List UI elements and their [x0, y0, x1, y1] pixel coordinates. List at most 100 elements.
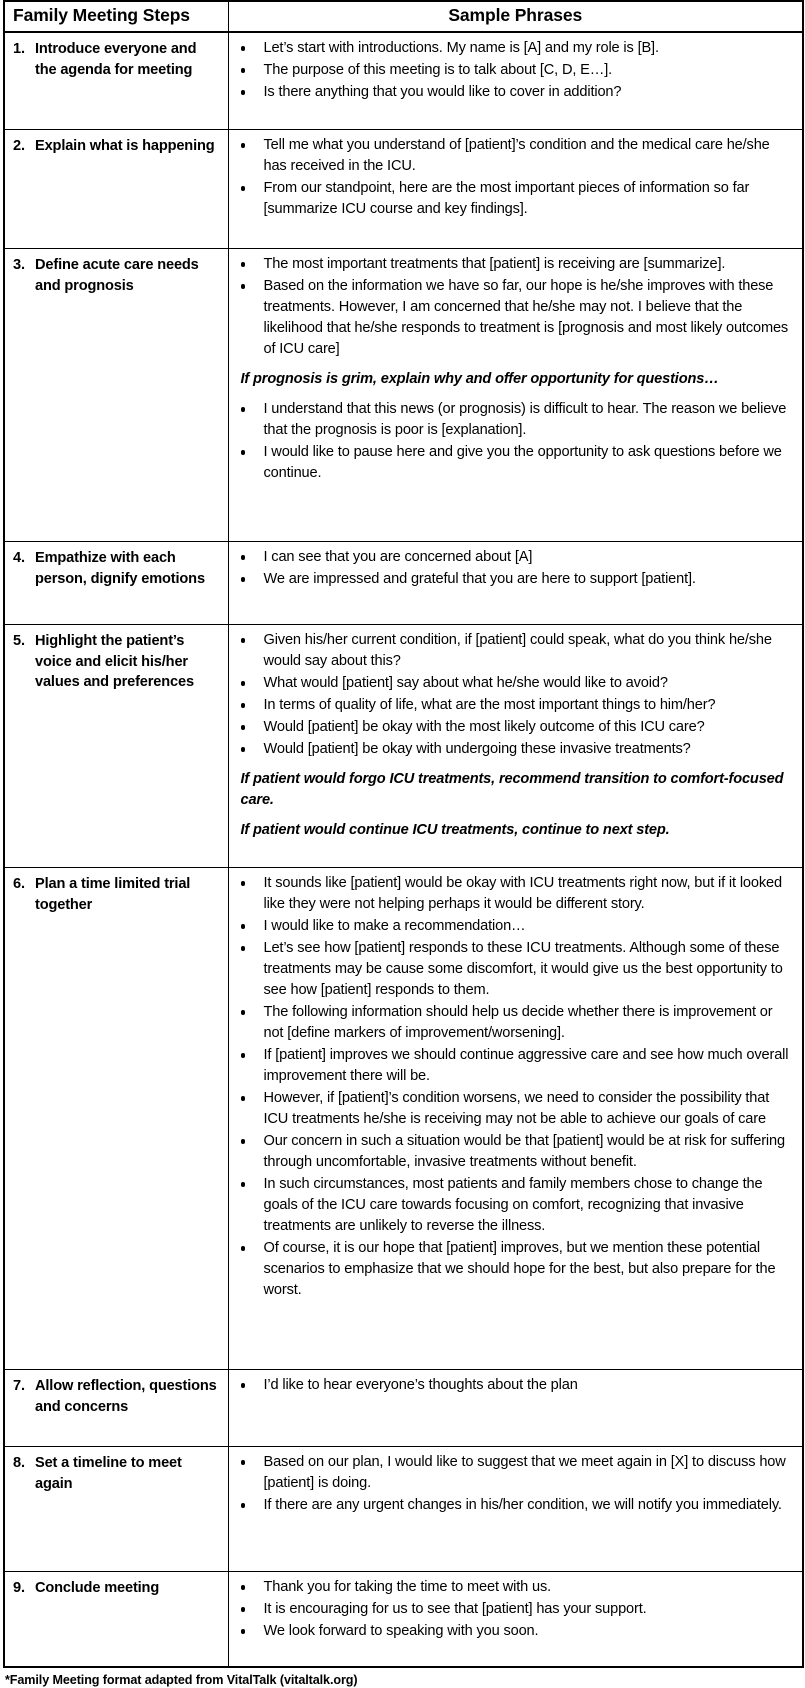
table-row: 2. Explain what is happening Tell me what …	[3, 129, 804, 249]
phrase-item: We are impressed and grateful that you a…	[229, 569, 793, 590]
phrase-item: It is encouraging for us to see that [pa…	[229, 1599, 793, 1620]
step-label: Plan a time limited trial together	[35, 876, 191, 913]
footnote: *Family Meeting format adapted from Vita…	[5, 1673, 358, 1687]
phrases-cell: The most important treatments that [pati…	[227, 248, 804, 542]
phrase-item: Is there anything that you would like to…	[229, 82, 793, 103]
step-label: Define acute care needs and prognosis	[35, 257, 199, 294]
phrase-item: In such circumstances, most patients and…	[229, 1174, 793, 1237]
column-header-steps: Family Meeting Steps	[3, 0, 229, 33]
step-item: 1. Introduce everyone and the agenda for …	[5, 39, 222, 80]
step-item: 5. Highlight the patient’s voice and elic…	[5, 631, 222, 693]
step-label: Allow reflection, questions and concerns	[35, 1378, 217, 1415]
phrase-item: Based on the information we have so far,…	[229, 276, 793, 360]
phrase-item: What would [patient] say about what he/s…	[229, 673, 793, 694]
step-number: 5.	[13, 633, 25, 649]
phrase-list: I understand that this news (or prognosi…	[229, 399, 793, 484]
step-number: 8.	[13, 1455, 25, 1471]
table-row: 4. Empathize with each person, dignify em…	[3, 541, 804, 625]
table-row: 5. Highlight the patient’s voice and elic…	[3, 624, 804, 868]
phrase-item: We look forward to speaking with you soo…	[229, 1621, 793, 1642]
phrase-list: It sounds like [patient] would be okay w…	[229, 873, 793, 1301]
step-label: Introduce everyone and the agenda for me…	[35, 41, 197, 78]
phrase-list: Based on our plan, I would like to sugge…	[229, 1452, 793, 1516]
phrase-item: Tell me what you understand of [patient]…	[229, 135, 793, 177]
phrase-item: However, if [patient]’s condition worsen…	[229, 1088, 793, 1130]
phrase-item: I would like to pause here and give you …	[229, 442, 793, 484]
step-label: Explain what is happening	[35, 138, 215, 154]
table-header: Family Meeting Steps Sample Phrases	[3, 0, 804, 33]
phrase-list: Thank you for taking the time to meet wi…	[229, 1577, 793, 1642]
step-item: 9. Conclude meeting	[5, 1578, 222, 1599]
step-label: Empathize with each person, dignify emot…	[35, 550, 205, 587]
document-page: Family Meeting Steps Sample Phrases 1. In…	[0, 0, 805, 1688]
phrases-cell: Based on our plan, I would like to sugge…	[227, 1446, 804, 1572]
table-row: 6. Plan a time limited trial together It s…	[3, 867, 804, 1370]
step-cell: 6. Plan a time limited trial together	[3, 867, 229, 1370]
table-row: 7. Allow reflection, questions and concer…	[3, 1369, 804, 1447]
phrase-list: Let’s start with introductions. My name …	[229, 38, 793, 103]
step-cell: 1. Introduce everyone and the agenda for …	[3, 31, 229, 130]
step-item: 4. Empathize with each person, dignify em…	[5, 548, 222, 589]
phrase-list: Tell me what you understand of [patient]…	[229, 135, 793, 220]
step-number: 4.	[13, 550, 25, 566]
step-number: 2.	[13, 138, 25, 154]
phrase-item: Our concern in such a situation would be…	[229, 1131, 793, 1173]
phrases-cell: Tell me what you understand of [patient]…	[227, 129, 804, 249]
step-cell: 8. Set a timeline to meet again	[3, 1446, 229, 1572]
table-row: 8. Set a timeline to meet again Based on o…	[3, 1446, 804, 1572]
conditional-note: If patient would continue ICU treatments…	[240, 822, 670, 838]
phrases-cell: Thank you for taking the time to meet wi…	[227, 1571, 804, 1668]
phrase-list: The most important treatments that [pati…	[229, 254, 793, 360]
phrase-item: The purpose of this meeting is to talk a…	[229, 60, 793, 81]
column-header-phrases: Sample Phrases	[227, 0, 804, 33]
header-row: Family Meeting Steps Sample Phrases	[3, 0, 804, 33]
phrase-item: The most important treatments that [pati…	[229, 254, 793, 275]
family-meeting-table: Family Meeting Steps Sample Phrases 1. In…	[3, 0, 804, 1668]
table-row: 1. Introduce everyone and the agenda for …	[3, 31, 804, 130]
phrase-item: The following information should help us…	[229, 1002, 793, 1044]
phrase-item: Based on our plan, I would like to sugge…	[229, 1452, 793, 1494]
step-cell: 7. Allow reflection, questions and concer…	[3, 1369, 229, 1447]
phrase-item: I’d like to hear everyone’s thoughts abo…	[229, 1375, 793, 1396]
phrases-cell: Given his/her current condition, if [pat…	[227, 624, 804, 868]
conditional-note: If prognosis is grim, explain why and of…	[240, 371, 719, 387]
phrase-item: Let’s see how [patient] responds to thes…	[229, 938, 793, 1001]
table-row: 9. Conclude meeting Thank you for taking t…	[3, 1571, 804, 1668]
step-label: Conclude meeting	[35, 1580, 160, 1596]
step-cell: 4. Empathize with each person, dignify em…	[3, 541, 229, 625]
phrase-item: I understand that this news (or prognosi…	[229, 399, 793, 441]
phrase-item: It sounds like [patient] would be okay w…	[229, 873, 793, 915]
step-number: 9.	[13, 1580, 25, 1596]
step-number: 3.	[13, 257, 25, 273]
phrases-cell: It sounds like [patient] would be okay w…	[227, 867, 804, 1370]
step-cell: 3. Define acute care needs and prognosis	[3, 248, 229, 542]
step-number: 7.	[13, 1378, 25, 1394]
phrase-item: Of course, it is our hope that [patient]…	[229, 1238, 793, 1301]
conditional-note: If patient would forgo ICU treatments, r…	[240, 771, 784, 808]
phrases-cell: I can see that you are concerned about […	[227, 541, 804, 625]
phrases-cell: I’d like to hear everyone’s thoughts abo…	[227, 1369, 804, 1447]
phrase-item: Given his/her current condition, if [pat…	[229, 630, 793, 672]
phrase-item: Would [patient] be okay with undergoing …	[229, 739, 793, 760]
step-cell: 5. Highlight the patient’s voice and elic…	[3, 624, 229, 868]
phrase-list: I’d like to hear everyone’s thoughts abo…	[229, 1375, 793, 1396]
phrase-item: Let’s start with introductions. My name …	[229, 38, 793, 59]
phrases-cell: Let’s start with introductions. My name …	[227, 31, 804, 130]
phrase-item: If [patient] improves we should continue…	[229, 1045, 793, 1087]
step-item: 7. Allow reflection, questions and concer…	[5, 1376, 222, 1417]
phrase-item: Would [patient] be okay with the most li…	[229, 717, 793, 738]
step-number: 1.	[13, 41, 25, 57]
step-item: 8. Set a timeline to meet again	[5, 1453, 222, 1494]
phrase-item: From our standpoint, here are the most i…	[229, 178, 793, 220]
step-number: 6.	[13, 876, 25, 892]
step-cell: 9. Conclude meeting	[3, 1571, 229, 1668]
phrase-list: I can see that you are concerned about […	[229, 547, 793, 590]
step-item: 2. Explain what is happening	[5, 136, 222, 157]
step-item: 3. Define acute care needs and prognosis	[5, 255, 222, 296]
table-body: 1. Introduce everyone and the agenda for …	[3, 31, 804, 1668]
step-label: Set a timeline to meet again	[35, 1455, 182, 1492]
step-item: 6. Plan a time limited trial together	[5, 874, 222, 915]
phrase-item: I can see that you are concerned about […	[229, 547, 793, 568]
phrase-item: If there are any urgent changes in his/h…	[229, 1495, 793, 1516]
table-row: 3. Define acute care needs and prognosis T…	[3, 248, 804, 542]
